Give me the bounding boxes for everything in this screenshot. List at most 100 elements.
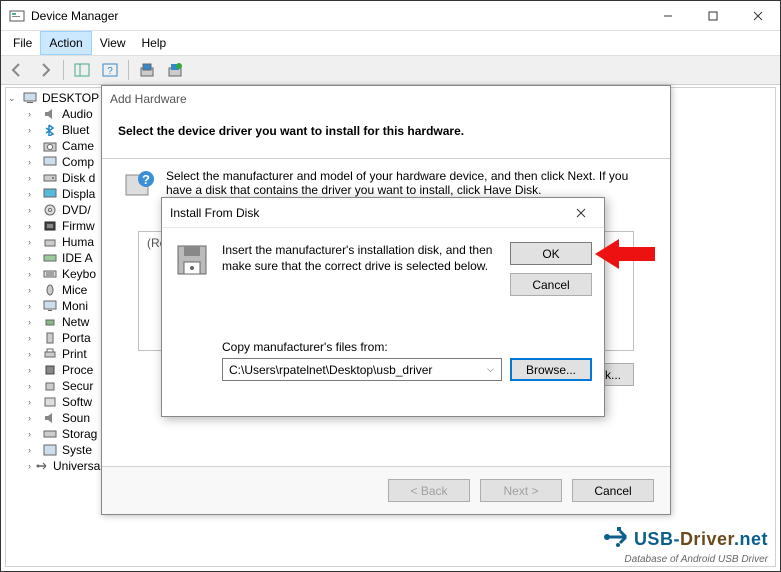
minimize-button[interactable] xyxy=(645,1,690,31)
back-button[interactable]: < Back xyxy=(388,479,470,502)
close-button[interactable] xyxy=(735,1,780,31)
tree-node-label: DVD/ xyxy=(62,203,91,217)
software-icon xyxy=(42,395,58,409)
expand-icon[interactable]: › xyxy=(28,381,38,391)
tree-node-label: Softw xyxy=(62,395,92,409)
expand-icon[interactable]: › xyxy=(28,413,38,423)
window-title: Device Manager xyxy=(31,9,645,23)
usb-logo-icon xyxy=(602,525,630,554)
tree-node-label: Displa xyxy=(62,187,95,201)
help-question-icon: ? xyxy=(124,169,156,201)
expand-icon[interactable]: › xyxy=(28,301,38,311)
floppy-disk-icon xyxy=(174,242,210,278)
expand-icon[interactable]: › xyxy=(28,333,38,343)
add-hardware-icon[interactable] xyxy=(163,58,187,82)
tree-node-label: Came xyxy=(62,139,94,153)
next-button[interactable]: Next > xyxy=(480,479,562,502)
chevron-down-icon[interactable]: ⌵ xyxy=(483,362,498,377)
svg-text:?: ? xyxy=(107,66,113,77)
computer-icon xyxy=(42,155,58,169)
expand-icon[interactable]: › xyxy=(28,253,38,263)
menu-help[interactable]: Help xyxy=(134,31,175,55)
expand-icon[interactable]: › xyxy=(28,269,38,279)
mouse-icon xyxy=(42,283,58,297)
usb-icon xyxy=(35,459,49,473)
dialog-heading: Select the device driver you want to ins… xyxy=(118,124,654,138)
tree-node-label: Porta xyxy=(62,331,91,345)
printer-icon xyxy=(42,347,58,361)
tree-root-label: DESKTOP xyxy=(42,91,99,105)
bluetooth-icon xyxy=(42,123,58,137)
tree-node-label: Syste xyxy=(62,443,92,457)
app-icon xyxy=(9,8,25,24)
expand-icon[interactable]: › xyxy=(28,429,38,439)
tree-node-label: Bluet xyxy=(62,123,89,137)
tree-node-label: IDE A xyxy=(62,251,93,265)
portable-icon xyxy=(42,331,58,345)
tree-node-label: Secur xyxy=(62,379,93,393)
cancel-button[interactable]: Cancel xyxy=(572,479,654,502)
expand-icon[interactable]: › xyxy=(28,285,38,295)
ide-icon xyxy=(42,251,58,265)
install-from-disk-dialog: Install From Disk Insert the manufacture… xyxy=(161,197,605,417)
camera-icon xyxy=(42,139,58,153)
display-icon xyxy=(42,187,58,201)
system-icon xyxy=(42,443,58,457)
back-icon[interactable] xyxy=(5,58,29,82)
expand-icon[interactable]: › xyxy=(28,365,38,375)
sound-icon xyxy=(42,411,58,425)
show-hide-tree-icon[interactable] xyxy=(70,58,94,82)
toolbar: ? xyxy=(1,55,780,85)
dialog-title: Add Hardware xyxy=(102,86,670,112)
close-icon[interactable] xyxy=(566,201,596,225)
browse-button[interactable]: Browse... xyxy=(510,358,592,381)
path-value: C:\Users\rpatelnet\Desktop\usb_driver xyxy=(229,363,432,377)
menu-file[interactable]: File xyxy=(5,31,40,55)
expand-icon[interactable]: › xyxy=(28,461,31,471)
ok-button[interactable]: OK xyxy=(510,242,592,265)
collapse-icon[interactable]: ⌄ xyxy=(8,93,18,104)
dialog2-title: Install From Disk xyxy=(170,206,566,220)
watermark: USB-Driver.net Database of Android USB D… xyxy=(602,525,768,565)
expand-icon[interactable]: › xyxy=(28,317,38,327)
expand-icon[interactable]: › xyxy=(28,397,38,407)
expand-icon[interactable]: › xyxy=(28,349,38,359)
maximize-button[interactable] xyxy=(690,1,735,31)
expand-icon[interactable]: › xyxy=(28,221,38,231)
path-combobox[interactable]: C:\Users\rpatelnet\Desktop\usb_driver ⌵ xyxy=(222,358,502,381)
tree-node-label: Comp xyxy=(62,155,94,169)
tree-node-label: Mice xyxy=(62,283,87,297)
cancel-button[interactable]: Cancel xyxy=(510,273,592,296)
tree-node-label: Soun xyxy=(62,411,90,425)
expand-icon[interactable]: › xyxy=(28,189,38,199)
audio-icon xyxy=(42,107,58,121)
tree-node-label: Huma xyxy=(62,235,94,249)
storage-icon xyxy=(42,427,58,441)
expand-icon[interactable]: › xyxy=(28,109,38,119)
expand-icon[interactable]: › xyxy=(28,173,38,183)
tree-node-label: Disk d xyxy=(62,171,95,185)
brand-driver: Driver xyxy=(680,529,734,549)
menu-action[interactable]: Action xyxy=(40,31,91,55)
watermark-tagline: Database of Android USB Driver xyxy=(602,554,768,565)
expand-icon[interactable]: › xyxy=(28,125,38,135)
computer-icon xyxy=(22,91,38,105)
expand-icon[interactable]: › xyxy=(28,205,38,215)
expand-icon[interactable]: › xyxy=(28,157,38,167)
expand-icon[interactable]: › xyxy=(28,141,38,151)
tree-node-label: Moni xyxy=(62,299,88,313)
menu-view[interactable]: View xyxy=(92,31,134,55)
tree-node-label: Firmw xyxy=(62,219,95,233)
network-icon xyxy=(42,315,58,329)
forward-icon[interactable] xyxy=(33,58,57,82)
expand-icon[interactable]: › xyxy=(28,445,38,455)
tree-node-label: Keybo xyxy=(62,267,96,281)
help-icon[interactable]: ? xyxy=(98,58,122,82)
tree-node-label: Netw xyxy=(62,315,89,329)
firmware-icon xyxy=(42,219,58,233)
scan-hardware-icon[interactable] xyxy=(135,58,159,82)
security-icon xyxy=(42,379,58,393)
expand-icon[interactable]: › xyxy=(28,237,38,247)
dialog2-message: Insert the manufacturer's installation d… xyxy=(222,242,498,296)
window-titlebar: Device Manager xyxy=(1,1,780,31)
